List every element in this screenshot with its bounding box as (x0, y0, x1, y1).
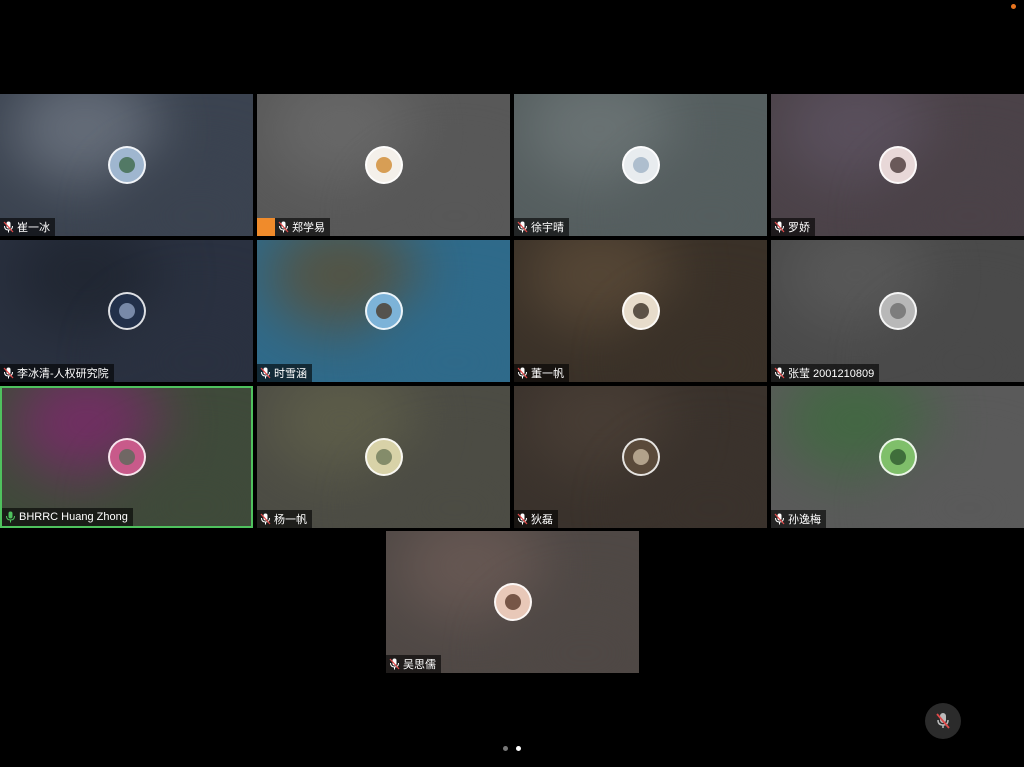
avatar (493, 583, 532, 621)
participant-name: 时雪涵 (274, 368, 307, 380)
avatar (364, 438, 403, 476)
mic-muted-icon (389, 658, 400, 670)
participant-name: 郑学易 (292, 222, 325, 234)
avatar (107, 146, 146, 184)
avatar (364, 146, 403, 184)
participant-name: 罗娇 (788, 222, 810, 234)
participant-name: 张莹 2001210809 (788, 368, 875, 380)
avatar (878, 438, 917, 476)
mic-muted-icon (260, 367, 271, 379)
participant-tile[interactable]: 郑学易 (257, 94, 510, 236)
participant-tile[interactable]: 张莹 2001210809 (771, 240, 1024, 382)
participant-name: 董一帆 (531, 368, 564, 380)
participant-tile[interactable]: 时雪涵 (257, 240, 510, 382)
avatar (878, 146, 917, 184)
nameplate: 崔一冰 (0, 218, 55, 236)
participant-tile[interactable]: 崔一冰 (0, 94, 253, 236)
participant-tile[interactable]: 李冰清-人权研究院 (0, 240, 253, 382)
nameplate: 张莹 2001210809 (771, 364, 880, 382)
mic-muted-icon (3, 221, 14, 233)
mic-muted-icon (936, 713, 950, 729)
mic-muted-icon (517, 513, 528, 525)
nameplate: 董一帆 (514, 364, 569, 382)
mic-muted-icon (517, 221, 528, 233)
mic-muted-icon (774, 513, 785, 525)
nameplate: 狄磊 (514, 510, 558, 528)
mic-muted-icon (774, 367, 785, 379)
participant-tile[interactable]: 孙逸梅 (771, 386, 1024, 528)
participant-tile[interactable]: 罗娇 (771, 94, 1024, 236)
mic-muted-icon (278, 221, 289, 233)
participant-name: 吴思儒 (403, 659, 436, 671)
mic-muted-icon (3, 367, 14, 379)
nameplate: 时雪涵 (257, 364, 312, 382)
participant-tile[interactable]: 董一帆 (514, 240, 767, 382)
participant-tile[interactable]: 杨一帆 (257, 386, 510, 528)
mic-muted-icon (260, 513, 271, 525)
avatar (107, 438, 146, 476)
nameplate: 郑学易 (275, 218, 330, 236)
nameplate: 杨一帆 (257, 510, 312, 528)
nameplate: 李冰清-人权研究院 (0, 364, 114, 382)
mute-button[interactable] (925, 703, 961, 739)
participant-name: 孙逸梅 (788, 514, 821, 526)
avatar (621, 292, 660, 330)
participant-name: 徐宇晴 (531, 222, 564, 234)
participant-name: 崔一冰 (17, 222, 50, 234)
mic-muted-icon (774, 221, 785, 233)
participant-tile-active-speaker[interactable]: BHRRC Huang Zhong (0, 386, 253, 528)
participant-name: 杨一帆 (274, 514, 307, 526)
avatar (364, 292, 403, 330)
mic-muted-icon (517, 367, 528, 379)
participant-tile[interactable]: 吴思儒 (386, 531, 639, 673)
participant-tile[interactable]: 狄磊 (514, 386, 767, 528)
avatar (107, 292, 146, 330)
nameplate: 吴思儒 (386, 655, 441, 673)
page-dot[interactable] (503, 746, 508, 751)
participant-name: BHRRC Huang Zhong (19, 511, 128, 523)
nameplate: 孙逸梅 (771, 510, 826, 528)
avatar (621, 146, 660, 184)
page-dot-current[interactable] (516, 746, 521, 751)
nameplate: 徐宇晴 (514, 218, 569, 236)
avatar (621, 438, 660, 476)
participant-name: 狄磊 (531, 514, 553, 526)
status-dot (1011, 4, 1016, 9)
avatar (878, 292, 917, 330)
nameplate: BHRRC Huang Zhong (2, 508, 133, 526)
participant-tile[interactable]: 徐宇晴 (514, 94, 767, 236)
page-indicator[interactable] (503, 746, 521, 751)
participant-name: 李冰清-人权研究院 (17, 368, 109, 380)
nameplate: 罗娇 (771, 218, 815, 236)
user-icon (257, 218, 275, 236)
mic-icon (5, 511, 16, 523)
